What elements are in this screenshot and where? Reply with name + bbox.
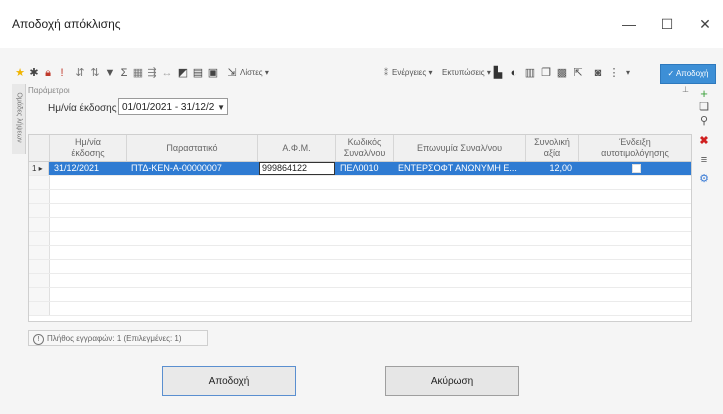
sum-icon[interactable]: Σ <box>118 65 130 81</box>
save-icon[interactable]: ▣ <box>207 65 219 81</box>
cell-date[interactable]: 31/12/2021 <box>52 162 126 175</box>
expand-icon[interactable]: ↔ <box>161 65 173 81</box>
chevron-down-icon[interactable]: ▼ <box>217 99 225 116</box>
parameters-header: Παράμετροι <box>28 86 70 95</box>
column-header-date[interactable]: Ημ/νία έκδοσης <box>50 135 127 161</box>
report-icon[interactable]: ▥ <box>524 65 536 81</box>
table-row[interactable]: 1 ▸ 31/12/2021 ΠΤΔ-ΚΕΝ-Α-00000007 999864… <box>29 162 691 176</box>
minimize-button[interactable]: — <box>614 12 644 36</box>
settings-icon[interactable]: ⚙ <box>697 172 711 185</box>
cell-code[interactable]: ΠΕΛ0010 <box>338 162 393 175</box>
grid-icon[interactable]: ▦ <box>132 65 144 81</box>
row-indicator: 1 ▸ <box>29 162 49 175</box>
record-count-text: Πλήθος εγγραφών: 1 (Επιλεγμένες: 1) <box>47 334 182 343</box>
title-bar: Αποδοχή απόκλισης — ☐ ✕ <box>0 0 723 48</box>
column-header-code[interactable]: Κωδικός Συναλ/νου <box>336 135 394 161</box>
accept-button[interactable]: Αποδοχή <box>162 366 296 396</box>
pin-icon[interactable]: ⊥ <box>682 85 689 94</box>
close-button[interactable]: ✕ <box>690 12 720 36</box>
cell-name[interactable]: ΕΝΤΕΡΣΟΦΤ ΑΝΩΝΥΜΗ Ε... <box>396 162 525 175</box>
camera-icon[interactable]: ◙ <box>592 65 604 81</box>
list-icon[interactable]: ≡ <box>697 154 711 166</box>
search-icon[interactable]: ⚲ <box>697 114 711 127</box>
copy-record-icon[interactable]: ❏ <box>697 100 711 113</box>
toolbar: ★ ✱ 🔒︎ ! ⇵ ⇅ ▼ Σ ▦ ⇶ ↔ ◩ ▤ ▣ ⇲ Λίστες ▾ … <box>12 62 716 84</box>
kebab-icon[interactable]: ⋮ <box>608 65 620 81</box>
cell-total[interactable]: 12,00 <box>526 162 576 175</box>
accept-toolbar-button[interactable]: ✓ Αποδοχή <box>660 64 716 84</box>
grid-header: Ημ/νία έκδοσης Παραστατικό Α.Φ.Μ. Κωδικό… <box>29 135 691 162</box>
actions-menu[interactable]: Ενέργειες ▾ <box>392 65 432 81</box>
chart-icon[interactable]: ◩ <box>177 65 189 81</box>
pdf-icon[interactable]: ▩ <box>556 65 568 81</box>
window-title: Αποδοχή απόκλισης <box>12 17 121 31</box>
star-icon[interactable]: ★ <box>14 65 26 81</box>
side-tab-label: Ομάδες λήψεων <box>15 92 23 143</box>
export-icon[interactable]: ⇲ <box>226 65 238 81</box>
group-icon[interactable]: ⇶ <box>146 65 158 81</box>
selfbilling-checkbox[interactable] <box>632 164 641 173</box>
copy-icon[interactable]: ❐ <box>540 65 552 81</box>
column-header-selfbilling[interactable]: Ένδειξη αυτοτιμολόγησης <box>579 135 691 161</box>
record-count-status: ! Πλήθος εγγραφών: 1 (Επιλεγμένες: 1) <box>28 330 208 346</box>
add-icon[interactable]: + <box>697 86 711 101</box>
dialog-window: Αποδοχή απόκλισης — ☐ ✕ ★ ✱ 🔒︎ ! ⇵ ⇅ ▼ Σ… <box>0 0 723 414</box>
pin-star-icon[interactable]: ✱ <box>28 65 40 81</box>
date-range-select[interactable]: 01/01/2021 - 31/12/2 ▼ <box>118 98 228 115</box>
maximize-button[interactable]: ☐ <box>652 12 682 36</box>
filter-icon[interactable]: ▼ <box>104 65 116 81</box>
lists-menu[interactable]: Λίστες ▾ <box>240 65 269 81</box>
alert-icon[interactable]: ! <box>56 65 68 81</box>
delete-icon[interactable]: ✖ <box>697 134 711 147</box>
lock-icon[interactable]: 🔒︎ <box>42 65 54 81</box>
cell-document[interactable]: ΠΤΔ-ΚΕΝ-Α-00000007 <box>129 162 257 175</box>
print-icon[interactable]: ▙ <box>492 65 504 81</box>
column-header-total[interactable]: Συνολική αξία <box>526 135 579 161</box>
document-icon[interactable]: ▤ <box>192 65 204 81</box>
prints-menu[interactable]: Εκτυπώσεις ▾ <box>442 65 491 81</box>
column-header-name[interactable]: Επωνυμία Συναλ/νου <box>394 135 526 161</box>
cell-afm[interactable]: 999864122 <box>259 162 335 175</box>
sort-desc-icon[interactable]: ⇅ <box>89 65 101 81</box>
file-export-icon[interactable]: ⇱ <box>572 65 584 81</box>
data-grid: Ημ/νία έκδοσης Παραστατικό Α.Φ.Μ. Κωδικό… <box>28 134 692 322</box>
sort-asc-icon[interactable]: ⇵ <box>74 65 86 81</box>
date-label: Ημ/νία έκδοσης <box>48 103 117 114</box>
more-icon[interactable]: ⁑ <box>380 65 392 81</box>
print-preview-icon[interactable]: ◐ <box>508 65 520 81</box>
column-header-document[interactable]: Παραστατικό <box>127 135 258 161</box>
date-range-value: 01/01/2021 - 31/12/2 <box>122 102 215 113</box>
cancel-button[interactable]: Ακύρωση <box>385 366 519 396</box>
side-tab[interactable]: Ομάδες λήψεων <box>12 84 26 154</box>
info-icon: ! <box>33 334 44 345</box>
column-header-afm[interactable]: Α.Φ.Μ. <box>258 135 336 161</box>
chevron-down-icon[interactable]: ▾ <box>622 65 634 81</box>
row-indicator-header <box>29 135 50 161</box>
